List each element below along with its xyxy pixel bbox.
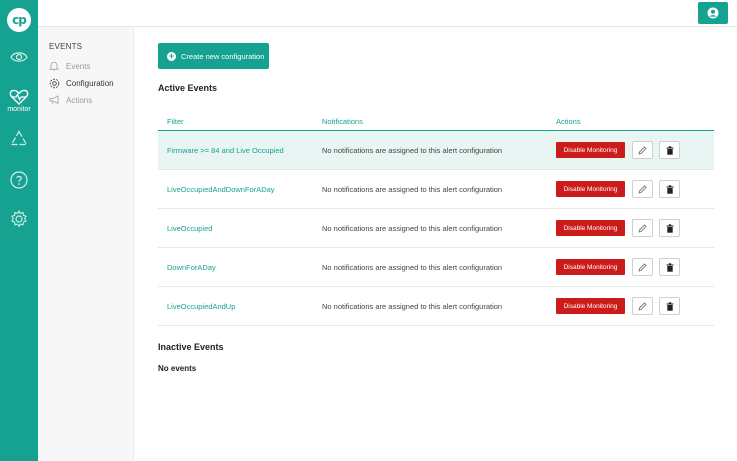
column-header-filter: Filter (167, 117, 184, 126)
plus-circle-icon: + (167, 50, 176, 61)
gear-icon (48, 77, 60, 89)
disable-monitoring-button[interactable]: Disable Monitoring (556, 298, 625, 314)
edit-button[interactable] (632, 219, 653, 237)
disable-monitoring-button[interactable]: Disable Monitoring (556, 181, 625, 197)
notifications-text: No notifications are assigned to this al… (322, 185, 503, 194)
table-row: LiveOccupiedAndUp No notifications are a… (158, 287, 714, 326)
recycle-icon (10, 130, 28, 146)
pencil-icon (638, 262, 647, 272)
filter-link[interactable]: LiveOccupied (167, 224, 212, 233)
notifications-text: No notifications are assigned to this al… (322, 224, 503, 233)
active-events-title: Active Events (158, 83, 218, 93)
column-header-notifications: Notifications (322, 117, 363, 126)
no-events-text: No events (158, 364, 197, 373)
trash-icon (666, 223, 673, 233)
app: cp monitor EVENTS Events Configuration A… (0, 0, 737, 461)
filter-link[interactable]: LiveOccupiedAndUp (167, 302, 235, 311)
events-submenu: EVENTS Events Configuration Actions (38, 27, 134, 461)
trash-icon (666, 262, 673, 272)
rail-item-monitor[interactable]: monitor (0, 89, 38, 113)
delete-button[interactable] (659, 180, 680, 198)
create-configuration-label: Create new configuration (181, 51, 265, 61)
submenu-item-label: Actions (66, 95, 93, 105)
table-header: Filter Notifications Actions (158, 115, 714, 131)
submenu-item-label: Events (66, 61, 91, 71)
notifications-text: No notifications are assigned to this al… (322, 146, 503, 155)
help-icon (10, 171, 28, 189)
disable-monitoring-button[interactable]: Disable Monitoring (556, 220, 625, 236)
edit-button[interactable] (632, 297, 653, 315)
brand-logo[interactable]: cp (7, 8, 31, 32)
rail-item-recycle[interactable] (0, 130, 38, 146)
submenu-item-actions[interactable]: Actions (48, 94, 92, 106)
settings-icon (11, 210, 27, 228)
notifications-text: No notifications are assigned to this al… (322, 302, 503, 311)
delete-button[interactable] (659, 219, 680, 237)
table-row: DownForADay No notifications are assigne… (158, 248, 714, 287)
active-events-table: Filter Notifications Actions Firmware >=… (158, 115, 714, 326)
submenu-item-configuration[interactable]: Configuration (48, 77, 114, 89)
rail-item-help[interactable] (0, 171, 38, 189)
edit-button[interactable] (632, 141, 653, 159)
megaphone-icon (48, 94, 60, 106)
top-bar (0, 0, 737, 27)
create-configuration-button[interactable]: + Create new configuration (158, 43, 269, 69)
rail-label-monitor: monitor (7, 106, 31, 113)
pencil-icon (638, 223, 647, 233)
disable-monitoring-button[interactable]: Disable Monitoring (556, 142, 625, 158)
table-row: LiveOccupiedAndDownForADay No notificati… (158, 170, 714, 209)
pencil-icon (638, 184, 647, 194)
user-icon (707, 7, 719, 19)
submenu-title: EVENTS (49, 42, 83, 51)
left-rail: cp monitor (0, 0, 38, 461)
table-row: Firmware >= 84 and Live Occupied No noti… (158, 131, 714, 170)
eye-icon (10, 52, 28, 62)
trash-icon (666, 301, 673, 311)
filter-link[interactable]: Firmware >= 84 and Live Occupied (167, 146, 284, 155)
table-row: LiveOccupied No notifications are assign… (158, 209, 714, 248)
user-menu-button[interactable] (698, 2, 728, 24)
edit-button[interactable] (632, 180, 653, 198)
bell-icon (48, 60, 60, 72)
inactive-events-title: Inactive Events (158, 342, 224, 352)
delete-button[interactable] (659, 141, 680, 159)
submenu-item-events[interactable]: Events (48, 60, 90, 72)
notifications-text: No notifications are assigned to this al… (322, 263, 503, 272)
delete-button[interactable] (659, 297, 680, 315)
edit-button[interactable] (632, 258, 653, 276)
column-header-actions: Actions (556, 117, 581, 126)
trash-icon (666, 145, 673, 155)
disable-monitoring-button[interactable]: Disable Monitoring (556, 259, 625, 275)
heart-pulse-icon (9, 89, 29, 105)
rail-item-eye[interactable] (0, 50, 38, 64)
pencil-icon (638, 145, 647, 155)
pencil-icon (638, 301, 647, 311)
trash-icon (666, 184, 673, 194)
filter-link[interactable]: DownForADay (167, 263, 216, 272)
filter-link[interactable]: LiveOccupiedAndDownForADay (167, 185, 275, 194)
rail-item-settings[interactable] (0, 210, 38, 228)
delete-button[interactable] (659, 258, 680, 276)
submenu-item-label: Configuration (66, 78, 114, 88)
